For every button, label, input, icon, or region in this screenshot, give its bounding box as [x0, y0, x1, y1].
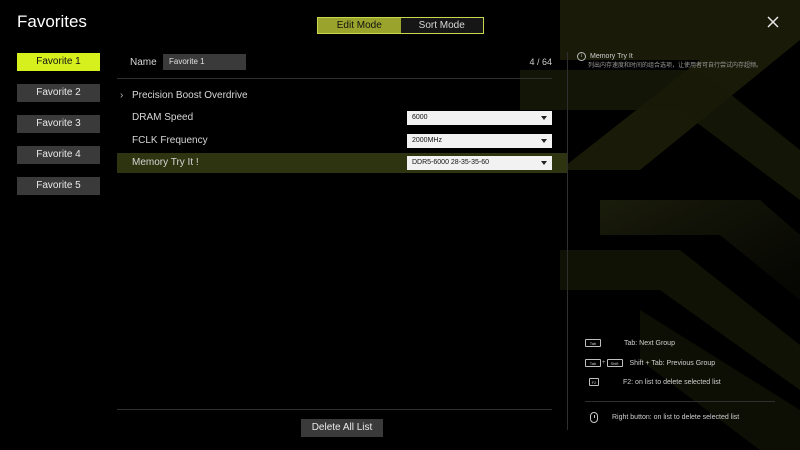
tab-key-icon: Tab — [585, 359, 601, 367]
tab-sort-mode[interactable]: Sort Mode — [400, 18, 483, 33]
help-description: 列出内存速度和时间的组合选项，让使用者可自行尝试内存超频。 — [588, 63, 763, 69]
chevron-right-icon: › — [120, 90, 124, 101]
hint-text: F2: on list to delete selected list — [623, 378, 721, 386]
select-value: 6000 — [412, 114, 428, 121]
help-panel: i Memory Try It 列出内存速度和时间的组合选项，让使用者可自行尝试… — [577, 52, 777, 70]
close-icon[interactable] — [765, 14, 781, 30]
setting-label: FCLK Frequency — [132, 135, 208, 146]
divider — [117, 78, 552, 79]
favorites-list: Favorite 1 Favorite 2 Favorite 3 Favorit… — [17, 53, 100, 208]
hint-tab: Tab Tab: Next Group — [585, 339, 675, 347]
group-label: Precision Boost Overdrive — [132, 90, 248, 101]
group-precision-boost-overdrive[interactable]: › Precision Boost Overdrive — [120, 90, 248, 101]
hint-text: Shift + Tab: Previous Group — [629, 359, 716, 367]
setting-label: DRAM Speed — [132, 112, 194, 123]
hint-f2: F2 F2: on list to delete selected list — [585, 378, 721, 386]
divider-vertical — [567, 52, 568, 430]
setting-label: Memory Try It ! — [132, 157, 199, 168]
delete-all-list-button[interactable]: Delete All List — [301, 419, 383, 437]
page-title: Favorites — [17, 12, 87, 31]
name-input[interactable]: Favorite 1 — [163, 54, 246, 70]
hint-right-button: Right button: on list to delete selected… — [585, 412, 739, 423]
hint-shift-tab: Tab + Shift Shift + Tab: Previous Group — [585, 359, 715, 367]
tab-edit-mode[interactable]: Edit Mode — [318, 18, 401, 33]
f2-key-icon: F2 — [589, 378, 599, 386]
caret-down-icon — [541, 116, 547, 120]
favorite-1-button[interactable]: Favorite 1 — [17, 53, 100, 71]
favorite-counter: 4 / 64 — [529, 57, 552, 67]
hint-text: Tab: Next Group — [624, 339, 675, 347]
divider — [117, 409, 552, 410]
dram-speed-select[interactable]: 6000 — [407, 111, 552, 125]
select-value: 2000MHz — [412, 137, 442, 144]
caret-down-icon — [541, 161, 547, 165]
mode-tabs: Edit Mode Sort Mode — [317, 17, 484, 34]
info-icon: i — [577, 52, 586, 61]
divider — [585, 401, 775, 402]
favorite-3-button[interactable]: Favorite 3 — [17, 115, 100, 133]
tab-key-icon: Tab — [585, 339, 601, 347]
name-label: Name — [130, 57, 157, 68]
caret-down-icon — [541, 139, 547, 143]
shift-key-icon: Shift — [606, 359, 623, 367]
help-title: Memory Try It — [590, 53, 633, 60]
favorite-2-button[interactable]: Favorite 2 — [17, 84, 100, 102]
fclk-frequency-select[interactable]: 2000MHz — [407, 134, 552, 148]
setting-row-memory-try-it[interactable]: Memory Try It ! DDR5-6000 28-35-35-60 — [117, 153, 567, 173]
memory-try-it-select[interactable]: DDR5-6000 28-35-35-60 — [407, 156, 552, 170]
mouse-icon — [590, 412, 598, 423]
favorite-4-button[interactable]: Favorite 4 — [17, 146, 100, 164]
hint-text: Right button: on list to delete selected… — [612, 414, 740, 421]
select-value: DDR5-6000 28-35-35-60 — [412, 159, 490, 166]
favorite-5-button[interactable]: Favorite 5 — [17, 177, 100, 195]
setting-row-fclk-frequency[interactable]: FCLK Frequency 2000MHz — [117, 131, 567, 151]
setting-row-dram-speed[interactable]: DRAM Speed 6000 — [117, 108, 567, 128]
